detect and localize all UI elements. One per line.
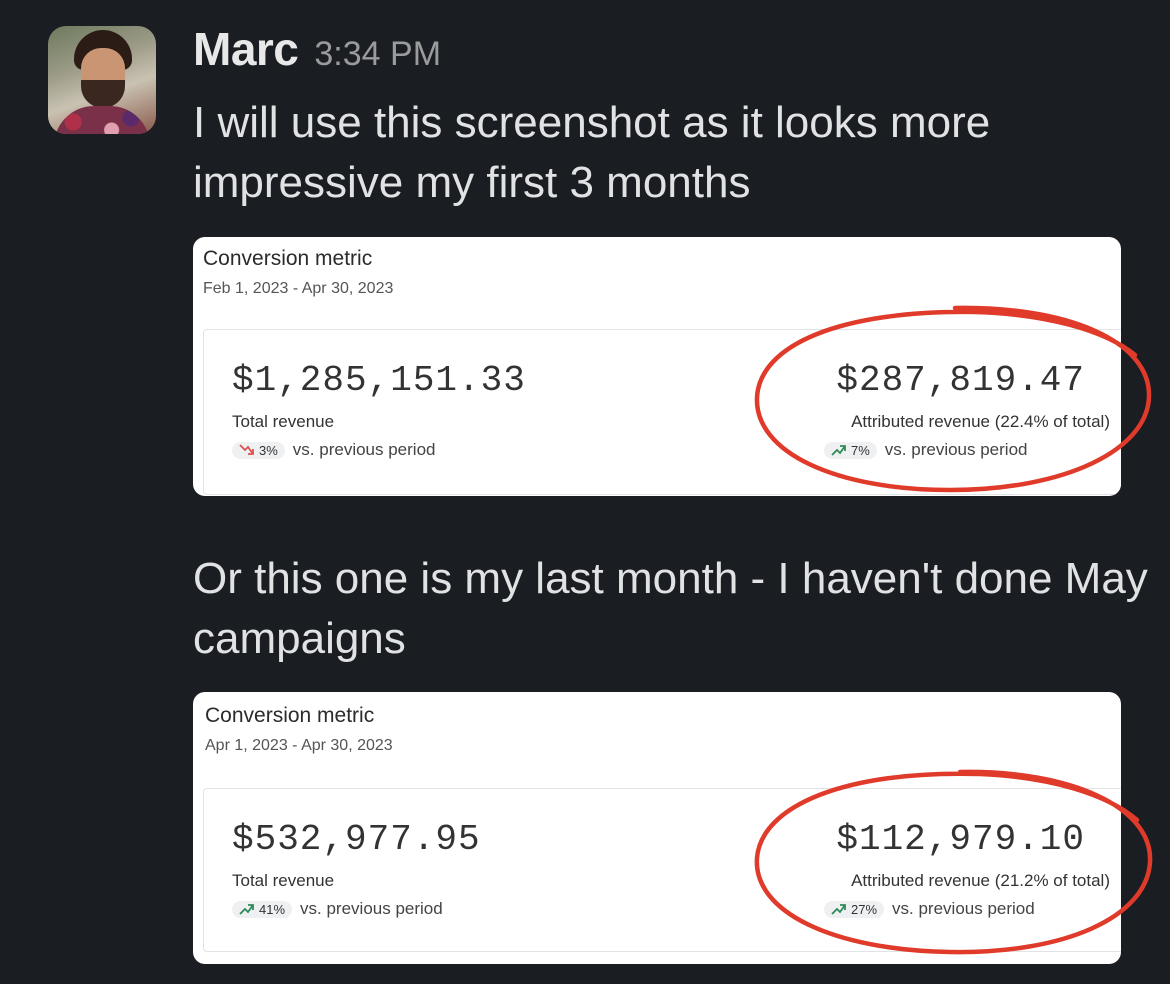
avatar-shirt xyxy=(54,106,150,134)
screenshot-card-2[interactable]: Conversion metric Apr 1, 2023 - Apr 30, … xyxy=(193,692,1121,964)
message-header: Marc 3:34 PM xyxy=(193,22,441,76)
total-revenue-amount: $532,977.95 xyxy=(232,819,481,860)
card-title: Conversion metric xyxy=(205,704,375,727)
change-percent: 3% xyxy=(259,442,278,458)
change-percent: 41% xyxy=(259,901,286,917)
attributed-revenue-trend: 27% vs. previous period xyxy=(824,899,1035,919)
metrics-panel: $1,285,151.33 Total revenue 3% vs. previ… xyxy=(203,329,1121,495)
avatar[interactable] xyxy=(48,26,156,134)
comparison-text: vs. previous period xyxy=(300,899,443,918)
total-revenue-label: Total revenue xyxy=(232,412,335,431)
card-date-range: Apr 1, 2023 - Apr 30, 2023 xyxy=(205,737,393,754)
message-text-2: Or this one is my last month - I haven't… xyxy=(193,554,1148,663)
comparison-text: vs. previous period xyxy=(884,440,1028,459)
total-revenue-label: Total revenue xyxy=(232,871,335,890)
change-badge: 7% xyxy=(824,441,877,459)
change-badge: 41% xyxy=(232,900,293,918)
attributed-revenue-trend: 7% vs. previous period xyxy=(824,440,1027,460)
comparison-text: vs. previous period xyxy=(292,440,436,459)
avatar-beard xyxy=(81,80,125,108)
trend-up-icon xyxy=(831,445,846,456)
comparison-text: vs. previous period xyxy=(892,899,1035,918)
trend-up-icon xyxy=(239,904,254,915)
change-badge: 27% xyxy=(824,900,885,918)
change-percent: 27% xyxy=(851,901,878,917)
total-revenue-amount: $1,285,151.33 xyxy=(232,360,526,401)
message-timestamp[interactable]: 3:34 PM xyxy=(314,35,441,74)
total-revenue-trend: 41% vs. previous period xyxy=(232,899,443,919)
attributed-revenue-amount: $287,819.47 xyxy=(836,360,1085,401)
attributed-revenue-label: Attributed revenue (21.2% of total) xyxy=(851,871,1110,890)
total-revenue-trend: 3% vs. previous period xyxy=(232,440,435,460)
attributed-revenue-label: Attributed revenue (22.4% of total) xyxy=(851,412,1110,431)
metrics-panel: $532,977.95 Total revenue 41% vs. previo… xyxy=(203,788,1121,952)
card-date-range: Feb 1, 2023 - Apr 30, 2023 xyxy=(203,280,394,297)
change-badge: 3% xyxy=(232,441,285,459)
screenshot-card-1[interactable]: Conversion metric Feb 1, 2023 - Apr 30, … xyxy=(193,237,1121,496)
message-text-1: I will use this screenshot as it looks m… xyxy=(193,98,991,207)
change-percent: 7% xyxy=(851,442,870,458)
trend-up-icon xyxy=(831,904,846,915)
attributed-revenue-amount: $112,979.10 xyxy=(836,819,1085,860)
author-name[interactable]: Marc xyxy=(193,22,299,76)
trend-down-icon xyxy=(239,444,254,455)
card-title: Conversion metric xyxy=(203,247,373,270)
